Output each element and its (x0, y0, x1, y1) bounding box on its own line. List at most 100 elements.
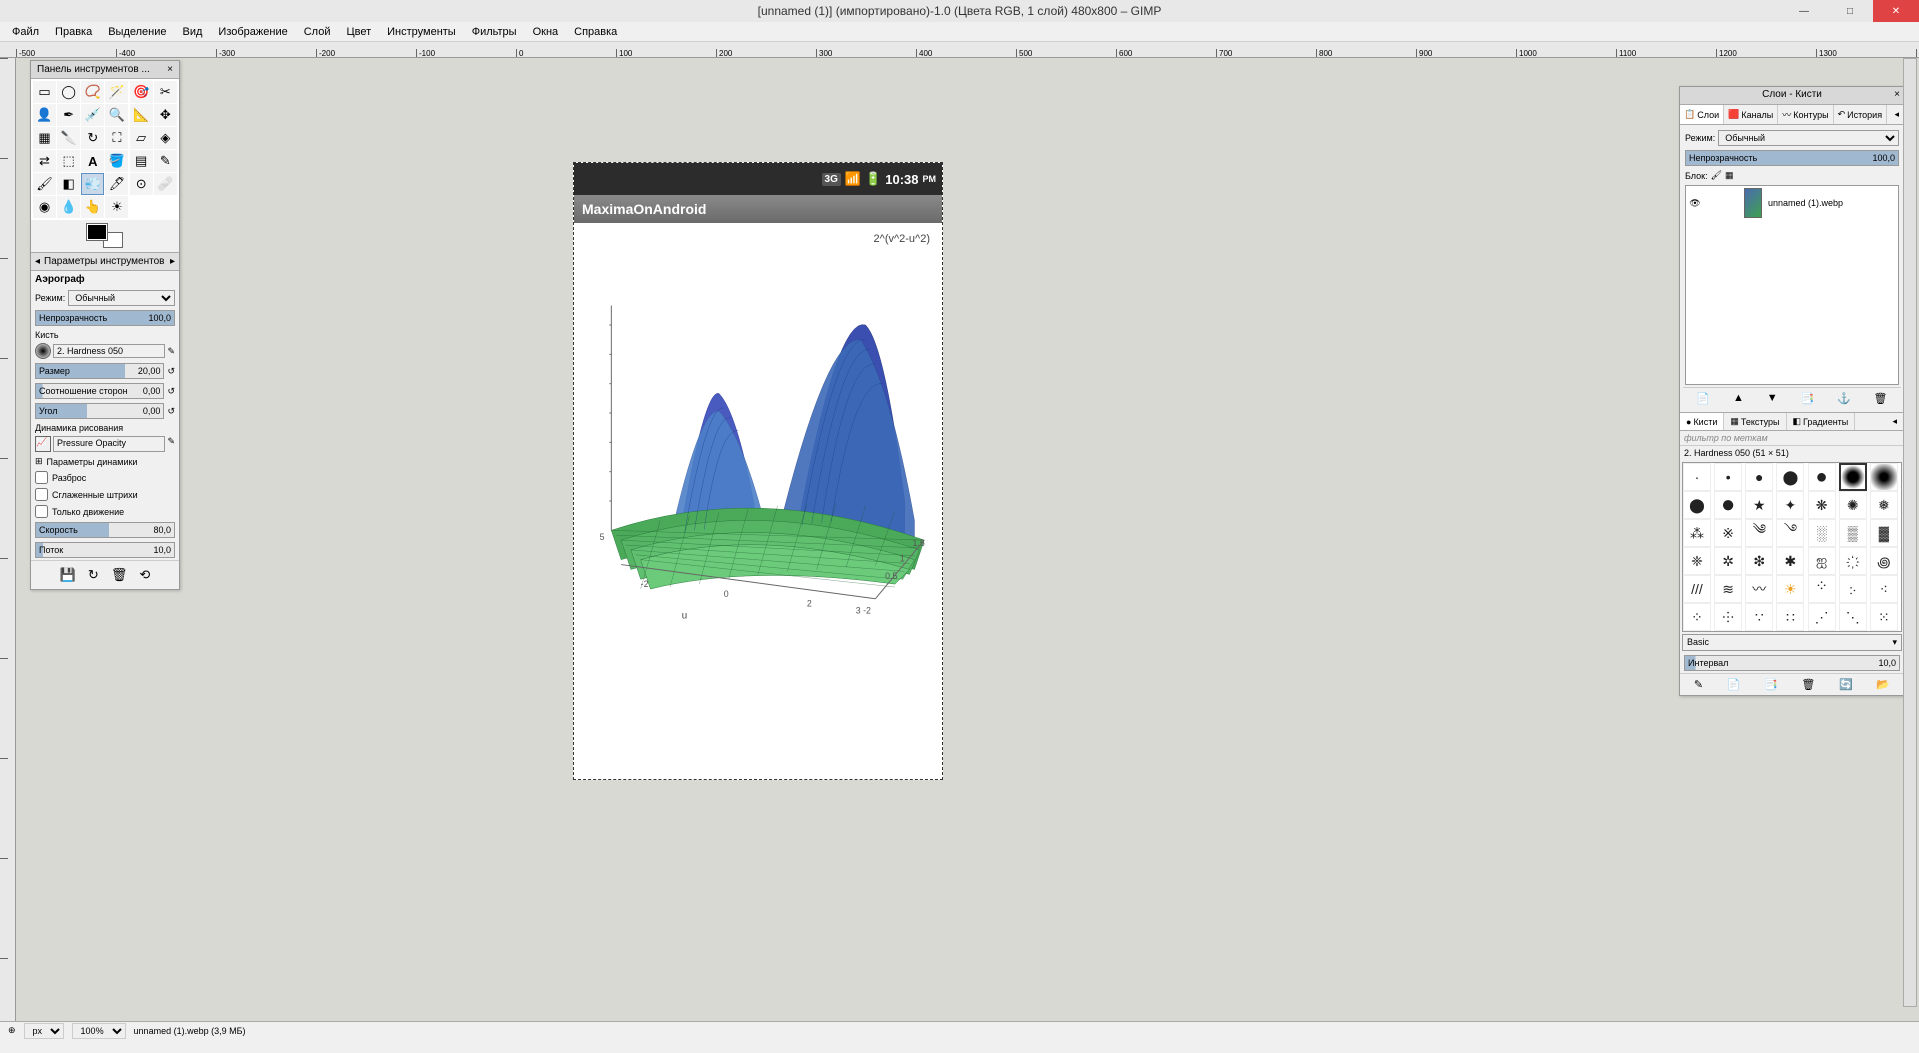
brush-item[interactable]: ∵ (1745, 603, 1773, 631)
tool-clone[interactable]: ⊙ (130, 173, 153, 195)
tool-text[interactable]: A (81, 150, 104, 172)
tool-move[interactable]: ✥ (154, 104, 177, 126)
tab-patterns[interactable]: ▦Текстуры (1724, 413, 1786, 430)
menu-help[interactable]: Справка (566, 24, 625, 40)
brush-item[interactable]: ҉ (1839, 547, 1867, 575)
layer-visibility-icon[interactable]: 👁 (1688, 198, 1702, 209)
brush-item[interactable]: ☀ (1776, 575, 1804, 603)
layer-anchor-icon[interactable]: ⚓ (1837, 392, 1851, 405)
tool-foreground-select[interactable]: 👤 (33, 104, 56, 126)
layer-duplicate-icon[interactable]: 📑 (1800, 392, 1814, 405)
brush-item[interactable]: ჻ (1839, 575, 1867, 603)
tab-channels[interactable]: 🟥Каналы (1724, 105, 1778, 124)
menu-color[interactable]: Цвет (338, 24, 379, 40)
brush-item[interactable]: ● (1714, 491, 1742, 519)
layer-delete-icon[interactable]: 🗑 (1874, 392, 1888, 405)
brush-new-icon[interactable]: 📄 (1727, 678, 1741, 691)
brush-item[interactable]: ༶ (1808, 575, 1836, 603)
size-reset-icon[interactable]: ↺ (167, 366, 175, 377)
angle-reset-icon[interactable]: ↺ (167, 406, 175, 417)
brush-item[interactable]: 〰 (1745, 575, 1773, 603)
tab-gradients[interactable]: ◧Градиенты (1787, 413, 1856, 430)
menu-layer[interactable]: Слой (296, 24, 339, 40)
unit-select[interactable]: px (24, 1023, 64, 1039)
brush-preview[interactable] (35, 343, 51, 359)
brush-item[interactable]: ● (1808, 463, 1836, 491)
brush-item[interactable]: ∷ (1776, 603, 1804, 631)
tool-bucket-fill[interactable]: 🪣 (105, 150, 128, 172)
menu-tools[interactable]: Инструменты (379, 24, 464, 40)
tool-ink[interactable]: 🖊 (105, 173, 128, 195)
brush-item[interactable]: ⁂ (1683, 519, 1711, 547)
tool-by-color-select[interactable]: 🎯 (130, 81, 153, 103)
brush-delete-icon[interactable]: 🗑 (1801, 678, 1815, 691)
brush-item[interactable]: ✺ (1839, 491, 1867, 519)
dynamics-value[interactable]: Pressure Opacity (53, 436, 165, 452)
tool-color-picker[interactable]: 💉 (81, 104, 104, 126)
scatter-checkbox[interactable] (35, 471, 48, 484)
brush-item[interactable]: ⋰ (1808, 603, 1836, 631)
brush-item[interactable]: ༄ (1745, 519, 1773, 547)
brush-item[interactable]: ✲ (1714, 547, 1742, 575)
menu-filters[interactable]: Фильтры (464, 24, 525, 40)
brush-item[interactable]: ░ (1808, 519, 1836, 547)
brush-item[interactable]: ࿓ (1776, 519, 1804, 547)
toolbox-close-icon[interactable]: × (167, 64, 173, 75)
dock-title[interactable]: Слои - Кисти × (1680, 87, 1904, 105)
tool-shear[interactable]: ▱ (130, 127, 153, 149)
tool-cage[interactable]: ⬚ (57, 150, 80, 172)
brush-edit-icon[interactable]: ✎ (167, 346, 175, 357)
brush-item[interactable]: ⁘ (1683, 603, 1711, 631)
tool-smudge[interactable]: 👆 (81, 196, 104, 218)
brush-item[interactable]: /// (1683, 575, 1711, 603)
document-frame[interactable]: 3G 📶 🔋 10:38 PM MaximaOnAndroid 2^(v^2-u… (573, 162, 943, 780)
tool-measure[interactable]: 📐 (130, 104, 153, 126)
tab-menu-icon[interactable]: ◂ (1890, 105, 1904, 124)
brush-item[interactable]: · (1683, 463, 1711, 491)
tool-rect-select[interactable]: ▭ (33, 81, 56, 103)
tool-align[interactable]: ▦ (33, 127, 56, 149)
brush-item[interactable]: ⸭ (1714, 603, 1742, 631)
tool-crop[interactable]: 🔪 (57, 127, 80, 149)
tool-paintbrush[interactable]: 🖌 (33, 173, 56, 195)
layer-up-icon[interactable]: ▲ (1733, 392, 1744, 405)
preset-delete-icon[interactable]: 🗑 (111, 567, 128, 583)
tool-ellipse-select[interactable]: ◯ (57, 81, 80, 103)
dynamics-icon[interactable]: 📈 (35, 436, 51, 452)
preset-restore-icon[interactable]: ↻ (88, 567, 99, 583)
menu-edit[interactable]: Правка (47, 24, 100, 40)
brush-tab-menu-icon[interactable]: ◂ (1886, 413, 1904, 430)
aspect-reset-icon[interactable]: ↺ (167, 386, 175, 397)
brush-item[interactable] (1870, 463, 1898, 491)
layer-down-icon[interactable]: ▼ (1767, 392, 1778, 405)
menu-image[interactable]: Изображение (210, 24, 295, 40)
brush-item-selected[interactable] (1839, 463, 1867, 491)
tool-perspective[interactable]: ◈ (154, 127, 177, 149)
layer-opacity-slider[interactable]: Непрозрачность100,0 (1685, 150, 1899, 166)
tool-fuzzy-select[interactable]: 🪄 (105, 81, 128, 103)
tool-eraser[interactable]: ◧ (57, 173, 80, 195)
preset-save-icon[interactable]: 💾 (60, 567, 76, 583)
tool-blur[interactable]: 💧 (57, 196, 80, 218)
menu-windows[interactable]: Окна (525, 24, 567, 40)
brush-name[interactable]: 2. Hardness 050 (53, 344, 165, 358)
expand-icon[interactable]: ⊞ (35, 456, 43, 467)
brush-open-icon[interactable]: 📂 (1876, 678, 1890, 691)
zoom-select[interactable]: 100% (72, 1023, 126, 1039)
tool-free-select[interactable]: 📿 (81, 81, 104, 103)
tool-flip[interactable]: ⇄ (33, 150, 56, 172)
brush-item[interactable]: ※ (1714, 519, 1742, 547)
layer-name[interactable]: unnamed (1).webp (1768, 198, 1843, 208)
interval-slider[interactable]: Интервал10,0 (1684, 655, 1900, 671)
brush-filter-input[interactable]: фильтр по меткам (1680, 431, 1904, 446)
lock-pixels-icon[interactable]: 🖌 (1711, 170, 1722, 181)
angle-slider[interactable]: Угол0,00 (35, 403, 164, 419)
opacity-slider[interactable]: Непрозрачность100,0 (35, 310, 175, 326)
brush-item[interactable]: ⬤ (1776, 463, 1804, 491)
close-button[interactable]: ✕ (1873, 0, 1919, 22)
tab-undo[interactable]: ↶История (1834, 105, 1887, 124)
menu-select[interactable]: Выделение (100, 24, 174, 40)
brush-item[interactable]: ▓ (1870, 519, 1898, 547)
brush-item[interactable]: ● (1745, 463, 1773, 491)
layer-mode-select[interactable]: Обычный (1718, 130, 1899, 146)
